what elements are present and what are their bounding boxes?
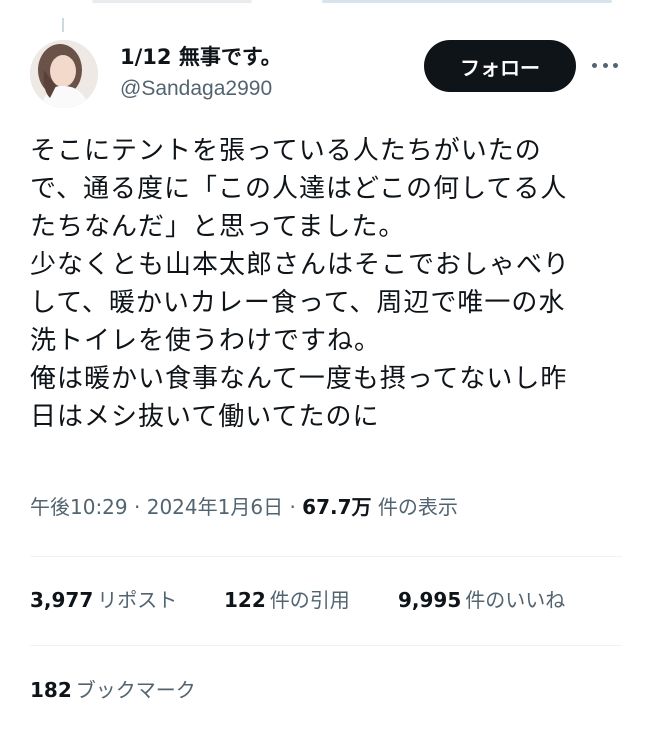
views-label: 件の表示: [377, 495, 458, 519]
tweet-metadata: 午後10:29 · 2024年1月6日 · 67.7万 件の表示: [30, 493, 458, 521]
tweet-date[interactable]: 2024年1月6日: [147, 495, 283, 519]
likes-count: 9,995: [398, 588, 462, 612]
tweet-text-line: 洗トイレを使うわけですね。: [30, 326, 382, 356]
tweet-text-line: して、暖かいカレー食って、周辺で唯一の水: [30, 288, 566, 318]
meta-separator: ·: [134, 495, 141, 519]
follow-button[interactable]: フォロー: [424, 40, 576, 92]
tweet-text: そこにテントを張っている人たちがいたの で、通る度に「この人達はどこの何してる人…: [30, 132, 620, 436]
likes-stat[interactable]: 9,995 件のいいね: [398, 586, 565, 614]
bookmarks-count: 182: [30, 678, 72, 702]
more-dot: [592, 62, 597, 68]
more-dot: [613, 62, 618, 68]
quotes-label: 件の引用: [269, 588, 350, 612]
previous-tweet-edge: [0, 0, 650, 10]
author-handle[interactable]: @Sandaga2990: [120, 76, 282, 102]
quotes-stat[interactable]: 122 件の引用: [224, 586, 350, 614]
tweet-text-line: 少なくとも山本太郎さんはそこでおしゃべり: [30, 250, 571, 280]
avatar[interactable]: [30, 40, 98, 108]
previous-tweet-fragment-right: [322, 0, 612, 3]
bookmarks-stat[interactable]: 182 ブックマーク: [30, 676, 196, 704]
tweet-time[interactable]: 午後10:29: [30, 495, 128, 519]
divider: [30, 645, 622, 646]
previous-tweet-fragment-left: [92, 0, 252, 3]
reposts-count: 3,977: [30, 588, 94, 612]
avatar-image: [30, 40, 98, 108]
tweet-text-line: そこにテントを張っている人たちがいたの: [30, 136, 542, 166]
meta-separator: ·: [289, 495, 296, 519]
author-block: 1/12 無事です。 @Sandaga2990: [120, 44, 282, 102]
tweet-text-line: 日はメシ抜いて働いてたのに: [30, 402, 380, 432]
author-display-name[interactable]: 1/12 無事です。: [120, 44, 282, 70]
tweet-text-line: で、通る度に「この人達はどこの何してる人: [30, 174, 568, 204]
reposts-label: リポスト: [97, 588, 178, 612]
tweet-text-line: たちなんだ」と思ってました。: [30, 212, 406, 242]
reposts-stat[interactable]: 3,977 リポスト: [30, 586, 177, 614]
quotes-count: 122: [224, 588, 266, 612]
likes-label: 件のいいね: [465, 588, 566, 612]
bookmarks-label: ブックマーク: [75, 678, 196, 702]
thread-connector-line: [62, 18, 64, 32]
more-options-icon[interactable]: [592, 55, 618, 75]
views-count: 67.7万: [302, 495, 372, 519]
divider: [30, 556, 622, 557]
tweet-text-line: 俺は暖かい食事なんて一度も摂ってないし昨: [30, 364, 568, 394]
more-dot: [602, 62, 608, 68]
